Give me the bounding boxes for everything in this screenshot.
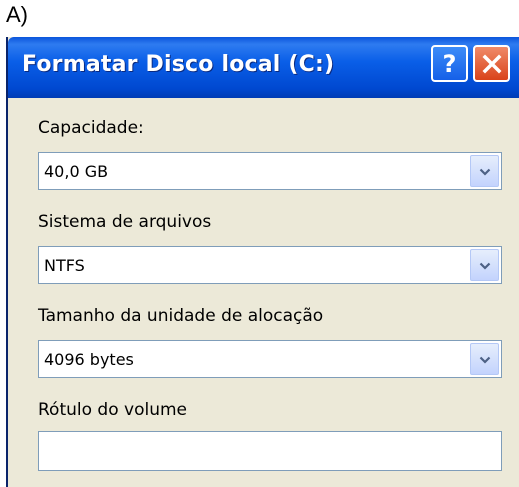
capacity-dropdown[interactable]: 40,0 GB [38, 152, 502, 190]
filesystem-value: NTFS [44, 256, 85, 275]
filesystem-dropdown-button[interactable] [470, 249, 499, 281]
allocation-dropdown-button[interactable] [470, 343, 499, 375]
capacity-value: 40,0 GB [44, 162, 109, 181]
help-button[interactable]: ? [431, 45, 468, 82]
format-dialog: Formatar Disco local (C:) ? Capacidade: … [6, 37, 519, 487]
help-icon: ? [442, 49, 457, 78]
allocation-dropdown[interactable]: 4096 bytes [38, 340, 502, 378]
allocation-value: 4096 bytes [44, 350, 134, 369]
capacity-dropdown-button[interactable] [470, 155, 499, 187]
chevron-down-icon [479, 350, 491, 369]
dialog-title: Formatar Disco local (C:) [22, 52, 335, 77]
chevron-down-icon [479, 162, 491, 181]
volume-label-label: Rótulo do volume [38, 400, 187, 420]
volume-label-input[interactable] [38, 431, 502, 471]
allocation-label: Tamanho da unidade de alocação [38, 306, 324, 326]
filesystem-label: Sistema de arquivos [38, 212, 212, 232]
capacity-label: Capacidade: [38, 118, 144, 138]
figure-label: A) [6, 2, 28, 27]
filesystem-dropdown[interactable]: NTFS [38, 246, 502, 284]
dialog-content: Capacidade: 40,0 GB Sistema de arquivos … [8, 98, 519, 487]
chevron-down-icon [479, 256, 491, 275]
title-bar[interactable]: Formatar Disco local (C:) ? [8, 37, 519, 98]
close-icon [482, 54, 502, 74]
close-button[interactable] [473, 45, 510, 82]
